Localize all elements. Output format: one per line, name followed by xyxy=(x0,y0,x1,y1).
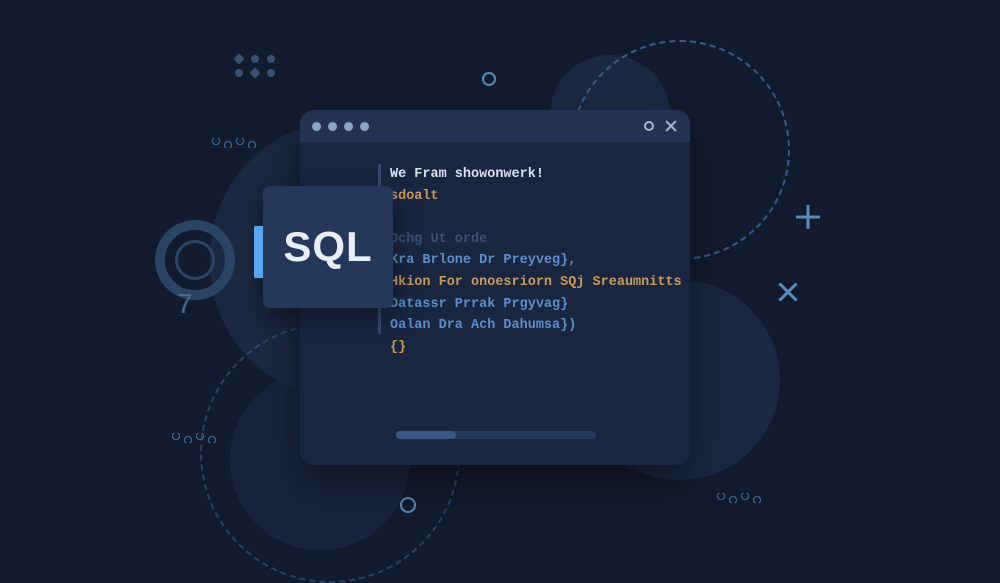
window-dot-icon xyxy=(312,122,321,131)
small-circle-icon xyxy=(482,72,496,86)
window-dot-icon xyxy=(344,122,353,131)
plus-icon xyxy=(796,205,820,229)
code-line: Oalan Dra Ach Dahumsa}) xyxy=(390,315,670,337)
code-line: sdoalt xyxy=(390,186,670,208)
code-line: Kra Brlone Dr Preyveg}, xyxy=(390,250,670,272)
close-icon[interactable] xyxy=(664,119,678,133)
code-line: {} xyxy=(390,337,670,359)
code-line: Datassr Prrak Prgyvag} xyxy=(390,294,670,316)
ring-icon xyxy=(155,220,235,300)
code-line: We Fram showonwerk! xyxy=(390,164,670,186)
code-line xyxy=(390,207,670,229)
window-titlebar xyxy=(300,110,690,142)
traffic-lights xyxy=(312,122,369,131)
code-line: Dchg Ut orde xyxy=(390,229,670,251)
window-dot-icon xyxy=(360,122,369,131)
x-icon xyxy=(776,280,800,304)
scrollbar-thumb[interactable] xyxy=(396,431,456,439)
sql-label: SQL xyxy=(283,223,372,271)
wave-icon xyxy=(170,433,220,443)
minimize-icon[interactable] xyxy=(644,121,654,131)
wave-icon xyxy=(715,493,765,503)
code-line: Hkion For onoesriorn SQj Sreaumnitts xyxy=(390,272,670,294)
horizontal-scrollbar[interactable] xyxy=(396,431,596,439)
glyph-seven: 7 xyxy=(177,288,193,320)
dot-grid-icon xyxy=(235,55,277,77)
sql-badge: SQL xyxy=(263,186,393,308)
small-circle-icon xyxy=(400,497,416,513)
accent-tab xyxy=(254,226,263,278)
window-dot-icon xyxy=(328,122,337,131)
wave-icon xyxy=(210,138,260,148)
